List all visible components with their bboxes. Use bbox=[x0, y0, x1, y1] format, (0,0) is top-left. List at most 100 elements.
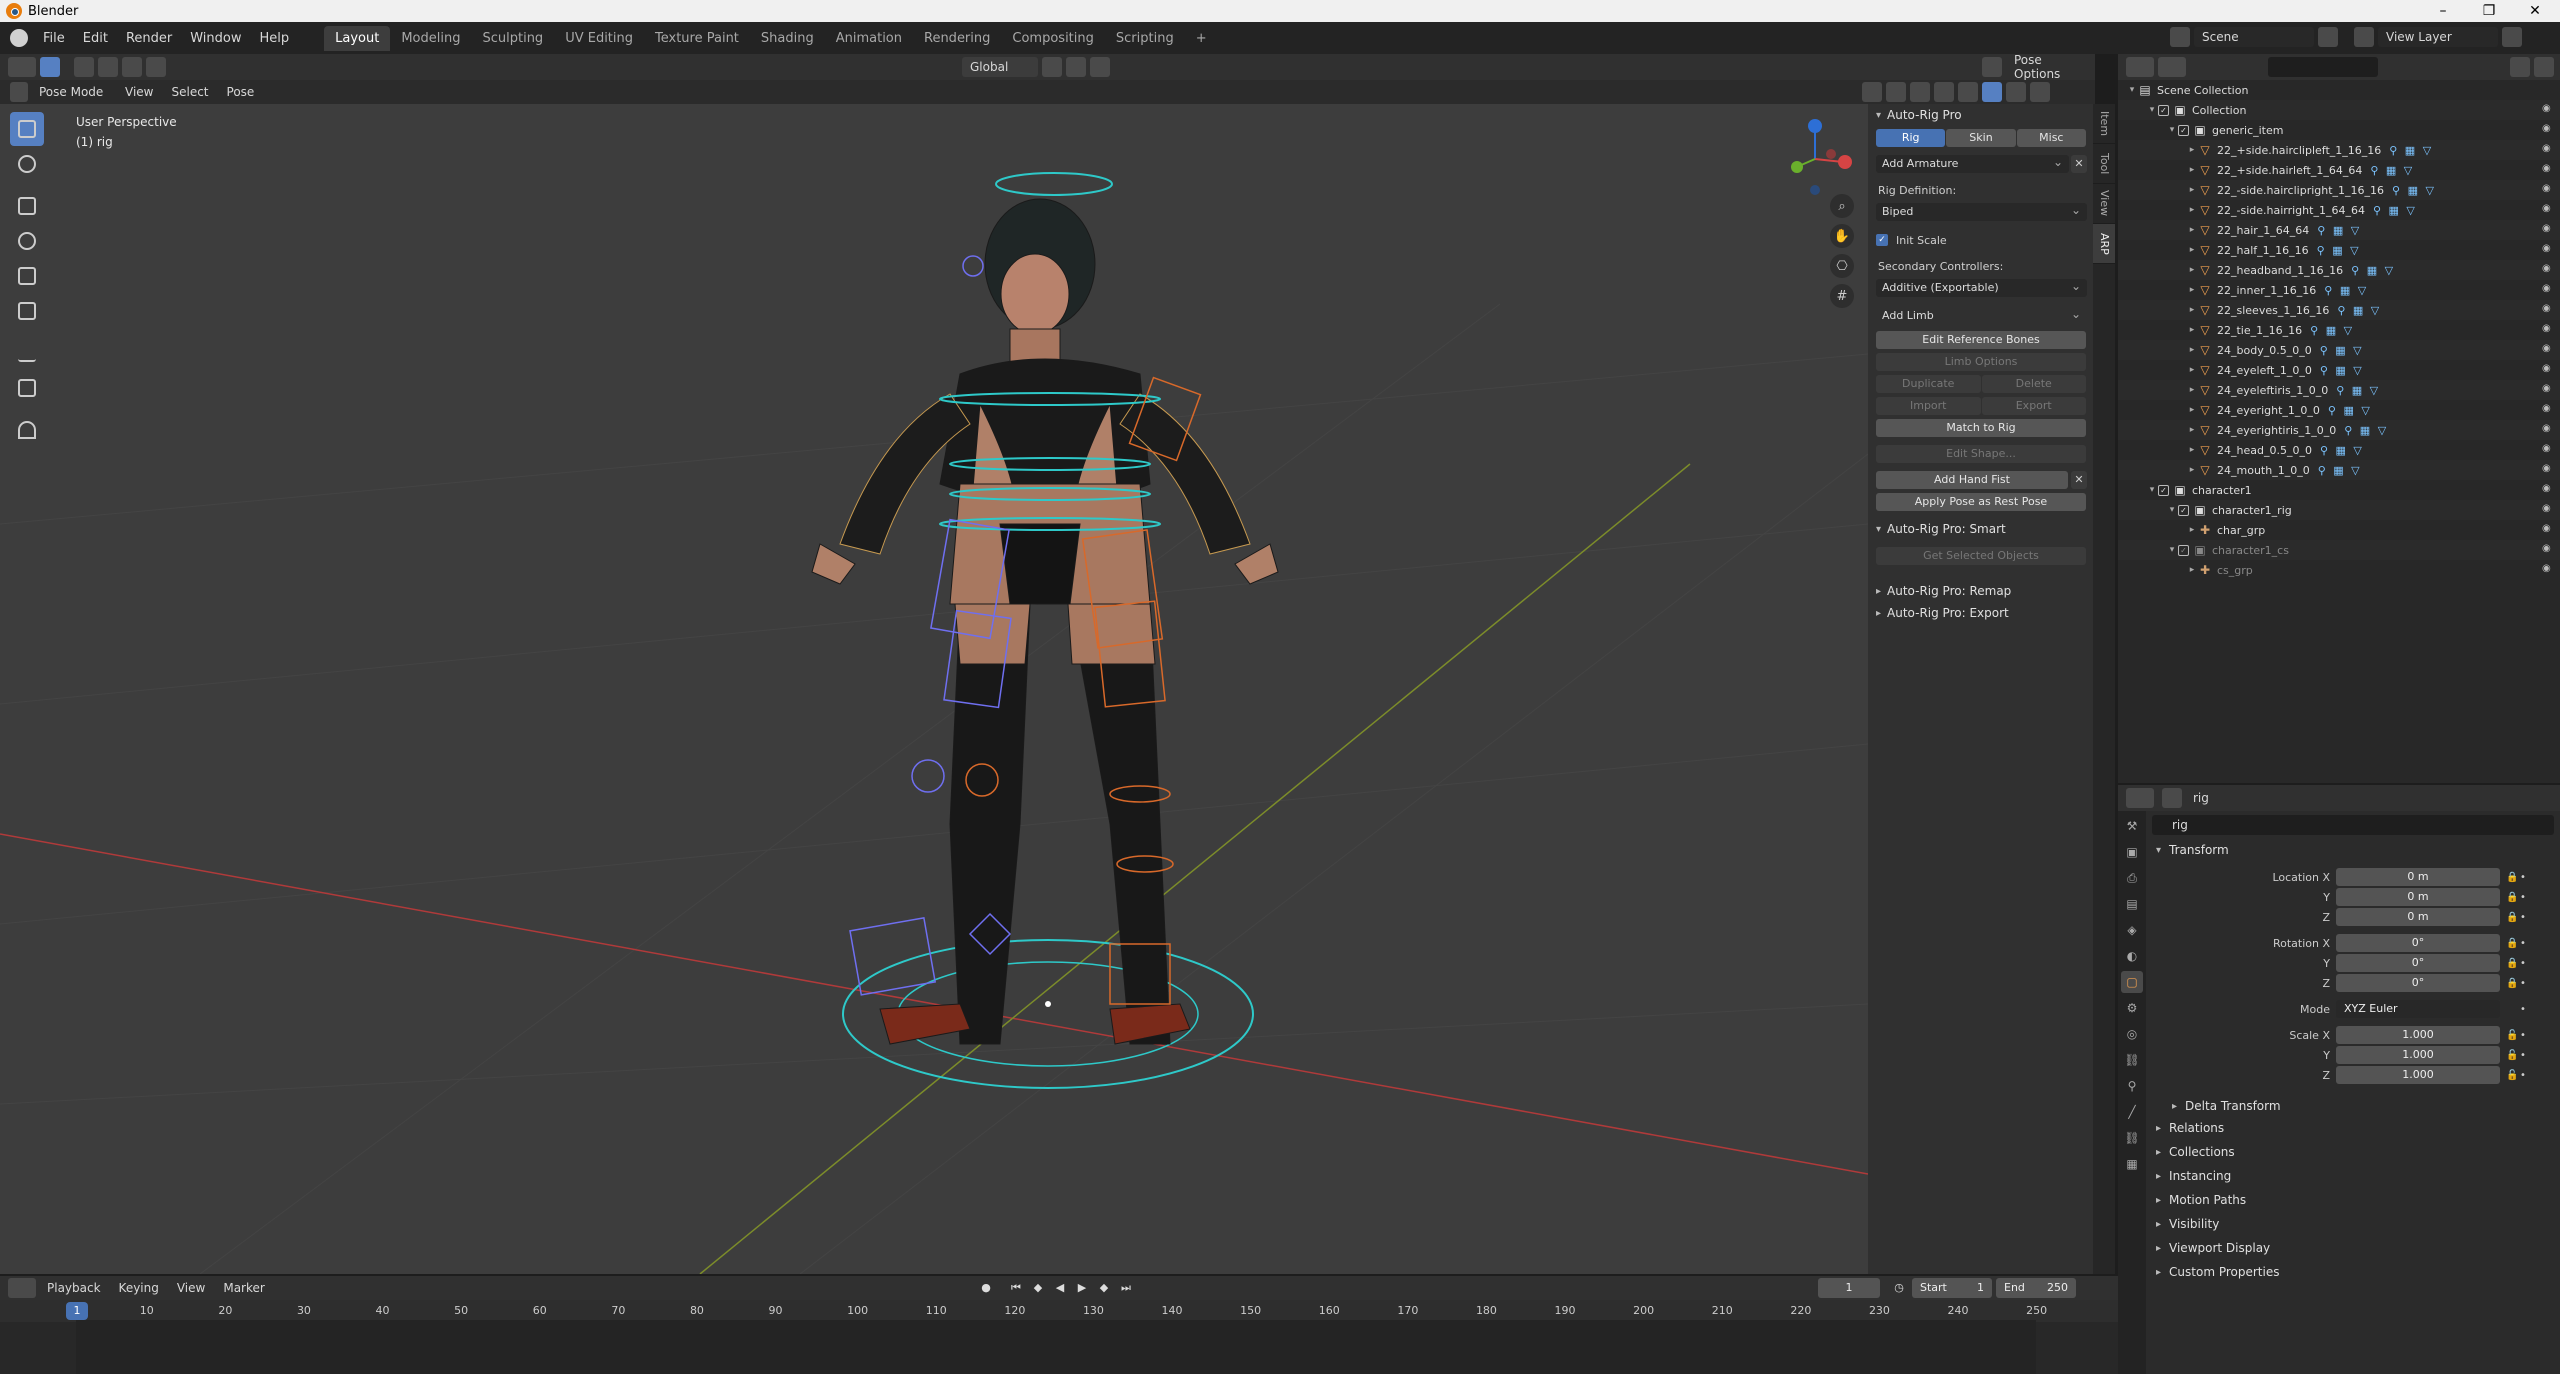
navigation-gizmo[interactable] bbox=[1775, 114, 1855, 204]
menu-pose[interactable]: Pose bbox=[218, 85, 264, 99]
delete-limb-button[interactable]: Delete bbox=[1981, 375, 2086, 393]
lock-icon[interactable]: 🔒 bbox=[2506, 958, 2520, 969]
menu-edit[interactable]: Edit bbox=[74, 31, 117, 46]
custom-properties-section[interactable]: Custom Properties bbox=[2146, 1261, 2560, 1283]
armature-data-icon[interactable]: ⚲ bbox=[2121, 1075, 2143, 1097]
limb-options-button[interactable]: Limb Options bbox=[1876, 353, 2086, 371]
outliner-row[interactable]: ▾ ▤ Scene Collection bbox=[2118, 80, 2560, 100]
visibility-eye-icon[interactable]: ◉ bbox=[2542, 183, 2554, 195]
exclude-checkbox[interactable]: ✓ bbox=[2178, 124, 2189, 136]
output-properties-icon[interactable]: ⎙ bbox=[2121, 867, 2143, 889]
start-frame-field[interactable]: Start 1 bbox=[1912, 1278, 1992, 1298]
tab-compositing[interactable]: Compositing bbox=[1001, 26, 1105, 51]
outliner-row[interactable]: ▸ ▽ 22_hair_1_64_64 ⚲ ▦ ▽ ◉ bbox=[2118, 220, 2560, 240]
remap-section-header[interactable]: Auto-Rig Pro: Remap bbox=[1868, 580, 2095, 602]
instancing-section[interactable]: Instancing bbox=[2146, 1165, 2560, 1187]
outliner-row[interactable]: ▸ ▽ 22_tie_1_16_16 ⚲ ▦ ▽ ◉ bbox=[2118, 320, 2560, 340]
tab-scripting[interactable]: Scripting bbox=[1105, 26, 1185, 51]
outliner-row[interactable]: ▸ ▽ 22_inner_1_16_16 ⚲ ▦ ▽ ◉ bbox=[2118, 280, 2560, 300]
view-layer-properties-icon[interactable]: ▤ bbox=[2121, 893, 2143, 915]
rotation-y-field[interactable]: 0° bbox=[2336, 954, 2500, 972]
maximize-button[interactable]: ❐ bbox=[2466, 0, 2512, 22]
outliner-row[interactable]: ▸ ▽ 24_mouth_1_0_0 ⚲ ▦ ▽ ◉ bbox=[2118, 460, 2560, 480]
hand-pan-icon[interactable]: ✋ bbox=[1830, 224, 1854, 248]
visibility-eye-icon[interactable]: ◉ bbox=[2542, 303, 2554, 315]
modifier-material-icons[interactable]: ⚲ ▦ ▽ bbox=[2320, 444, 2364, 457]
visibility-eye-icon[interactable]: ◉ bbox=[2542, 423, 2554, 435]
expand-arrow-icon[interactable]: ▸ bbox=[2186, 445, 2198, 455]
modifier-material-icons[interactable]: ⚲ ▦ ▽ bbox=[2336, 384, 2380, 397]
visibility-eye-icon[interactable]: ◉ bbox=[2542, 283, 2554, 295]
menu-select[interactable]: Select bbox=[162, 85, 217, 99]
timeline-editor-type-icon[interactable] bbox=[8, 1278, 36, 1298]
visibility-section[interactable]: Visibility bbox=[2146, 1213, 2560, 1235]
tab-rendering[interactable]: Rendering bbox=[913, 26, 1001, 51]
editor-type-icon[interactable] bbox=[8, 57, 36, 77]
outliner-row[interactable]: ▸ ▽ 22_-side.hairclipright_1_16_16 ⚲ ▦ ▽ ◉ bbox=[2118, 180, 2560, 200]
physics-properties-icon[interactable]: ◎ bbox=[2121, 1023, 2143, 1045]
modifier-material-icons[interactable]: ⚲ ▦ ▽ bbox=[2328, 404, 2372, 417]
expand-arrow-icon[interactable]: ▸ bbox=[2186, 465, 2198, 475]
rotation-z-field[interactable]: 0° bbox=[2336, 974, 2500, 992]
modifier-material-icons[interactable]: ⚲ ▦ ▽ bbox=[2337, 304, 2381, 317]
expand-arrow-icon[interactable]: ▾ bbox=[2146, 105, 2158, 115]
mode-dropdown[interactable]: Pose Mode bbox=[30, 85, 116, 99]
add-hand-fist-button[interactable]: Add Hand Fist bbox=[1876, 471, 2068, 489]
select-mode-extend-icon[interactable] bbox=[98, 57, 118, 77]
get-selected-objects-button[interactable]: Get Selected Objects bbox=[1876, 547, 2086, 565]
tab-animation[interactable]: Animation bbox=[825, 26, 913, 51]
scale-x-field[interactable]: 1.000 bbox=[2336, 1026, 2500, 1044]
rig-definition-dropdown[interactable]: Biped bbox=[1876, 201, 2087, 221]
transform-section-header[interactable]: Transform bbox=[2146, 839, 2560, 861]
expand-arrow-icon[interactable]: ▸ bbox=[2186, 425, 2198, 435]
bone-properties-icon[interactable]: ╱ bbox=[2121, 1101, 2143, 1123]
visibility-eye-icon[interactable]: ◉ bbox=[2542, 123, 2554, 135]
snap-icon[interactable] bbox=[1066, 57, 1086, 77]
menu-render[interactable]: Render bbox=[117, 31, 181, 46]
outliner-row[interactable]: ▸ ▽ 22_headband_1_16_16 ⚲ ▦ ▽ ◉ bbox=[2118, 260, 2560, 280]
menu-view[interactable]: View bbox=[116, 85, 162, 99]
expand-arrow-icon[interactable]: ▸ bbox=[2186, 265, 2198, 275]
playhead-frame[interactable]: 1 bbox=[66, 1302, 88, 1320]
secondary-controllers-dropdown[interactable]: Additive (Exportable) bbox=[1876, 277, 2087, 297]
modifier-material-icons[interactable]: ⚲ ▦ ▽ bbox=[2370, 164, 2414, 177]
visibility-eye-icon[interactable]: ◉ bbox=[2542, 363, 2554, 375]
properties-editor-type-icon[interactable] bbox=[2126, 788, 2154, 808]
timeline-view-menu[interactable]: View bbox=[168, 1281, 214, 1295]
delete-armature-icon[interactable]: ✕ bbox=[2071, 155, 2087, 173]
remove-hand-fist-icon[interactable]: ✕ bbox=[2071, 471, 2087, 489]
outliner-row[interactable]: ▸ ▽ 22_sleeves_1_16_16 ⚲ ▦ ▽ ◉ bbox=[2118, 300, 2560, 320]
display-mode-icon[interactable] bbox=[2158, 57, 2186, 77]
tweak-tool[interactable] bbox=[10, 112, 44, 146]
rotation-x-field[interactable]: 0° bbox=[2336, 934, 2500, 952]
outliner-row[interactable]: ▾ ✓ ▣ generic_item ◉ bbox=[2118, 120, 2560, 140]
marker-menu[interactable]: Marker bbox=[214, 1281, 273, 1295]
new-scene-icon[interactable] bbox=[2318, 27, 2338, 47]
outliner-search-input[interactable] bbox=[2268, 57, 2378, 77]
visibility-eye-icon[interactable]: ◉ bbox=[2542, 263, 2554, 275]
lock-icon[interactable]: 🔒 bbox=[2506, 938, 2520, 949]
expand-arrow-icon[interactable]: ▸ bbox=[2186, 405, 2198, 415]
expand-arrow-icon[interactable]: ▾ bbox=[2146, 485, 2158, 495]
select-mode-subtract-icon[interactable] bbox=[122, 57, 142, 77]
outliner-row[interactable]: ▸ ▽ 22_half_1_16_16 ⚲ ▦ ▽ ◉ bbox=[2118, 240, 2560, 260]
visibility-eye-icon[interactable]: ◉ bbox=[2542, 323, 2554, 335]
keyframe-dot-icon[interactable]: • bbox=[2520, 892, 2530, 903]
menu-window[interactable]: Window bbox=[181, 31, 250, 46]
apply-pose-rest-button[interactable]: Apply Pose as Rest Pose bbox=[1876, 493, 2086, 511]
render-properties-icon[interactable]: ▣ bbox=[2121, 841, 2143, 863]
menu-help[interactable]: Help bbox=[251, 31, 299, 46]
close-button[interactable]: ✕ bbox=[2512, 0, 2558, 22]
visibility-eye-icon[interactable]: ◉ bbox=[2542, 403, 2554, 415]
modifier-material-icons[interactable]: ⚲ ▦ ▽ bbox=[2320, 364, 2364, 377]
expand-arrow-icon[interactable]: ▸ bbox=[2186, 365, 2198, 375]
expand-arrow-icon[interactable]: ▸ bbox=[2186, 385, 2198, 395]
export-button[interactable]: Export bbox=[1981, 397, 2086, 415]
select-mode-new-icon[interactable] bbox=[74, 57, 94, 77]
outliner-row[interactable]: ▾ ✓ ▣ character1_cs ◉ bbox=[2118, 540, 2560, 560]
exclude-checkbox[interactable]: ✓ bbox=[2178, 544, 2189, 556]
jump-start-icon[interactable]: ⏮ bbox=[1007, 1279, 1025, 1297]
location-x-field[interactable]: 0 m bbox=[2336, 868, 2500, 886]
play-reverse-icon[interactable]: ◀ bbox=[1051, 1279, 1069, 1297]
shading-material-icon[interactable] bbox=[2006, 82, 2026, 102]
